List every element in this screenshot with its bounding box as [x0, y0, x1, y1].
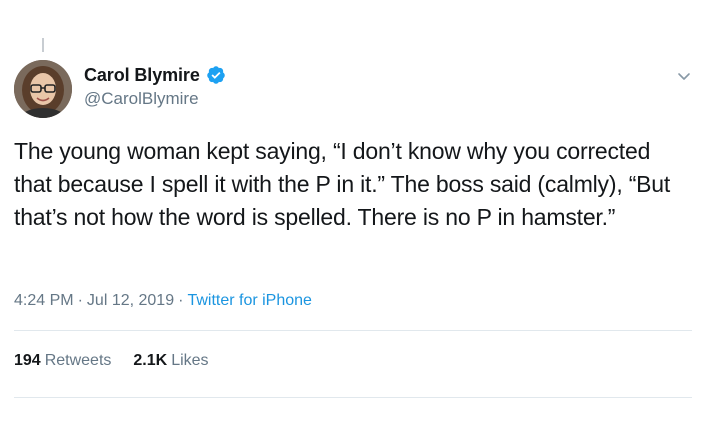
author-display-name[interactable]: Carol Blymire — [84, 65, 200, 86]
thread-connector — [42, 38, 44, 52]
likes-stat[interactable]: 2.1K Likes — [133, 352, 208, 370]
author-block: Carol Blymire @CarolBlymire — [84, 63, 226, 109]
avatar[interactable] — [14, 60, 72, 118]
tweet-text: The young woman kept saying, “I don’t kn… — [14, 138, 671, 230]
meta-separator: · — [178, 292, 184, 309]
tweet-time[interactable]: 4:24 PM — [14, 292, 74, 309]
likes-count: 2.1K — [133, 352, 168, 369]
retweets-count: 194 — [14, 352, 41, 369]
tweet-source-link[interactable]: Twitter for iPhone — [187, 292, 312, 309]
tweet-stats: 194 Retweets 2.1K Likes — [14, 352, 231, 370]
divider — [14, 330, 692, 331]
divider — [14, 397, 692, 398]
tweet-date[interactable]: Jul 12, 2019 — [87, 292, 174, 309]
avatar-image — [14, 60, 72, 118]
tweet-meta: 4:24 PM · Jul 12, 2019 · Twitter for iPhone — [14, 292, 312, 310]
author-handle[interactable]: @CarolBlymire — [84, 89, 226, 109]
tweet-card: Carol Blymire @CarolBlymire The young wo… — [0, 0, 714, 440]
verified-badge-icon — [206, 65, 226, 85]
chevron-down-icon[interactable] — [676, 68, 692, 84]
retweets-label: Retweets — [44, 352, 112, 369]
likes-label: Likes — [171, 352, 209, 369]
meta-separator: · — [77, 292, 83, 309]
retweets-stat[interactable]: 194 Retweets — [14, 352, 111, 370]
